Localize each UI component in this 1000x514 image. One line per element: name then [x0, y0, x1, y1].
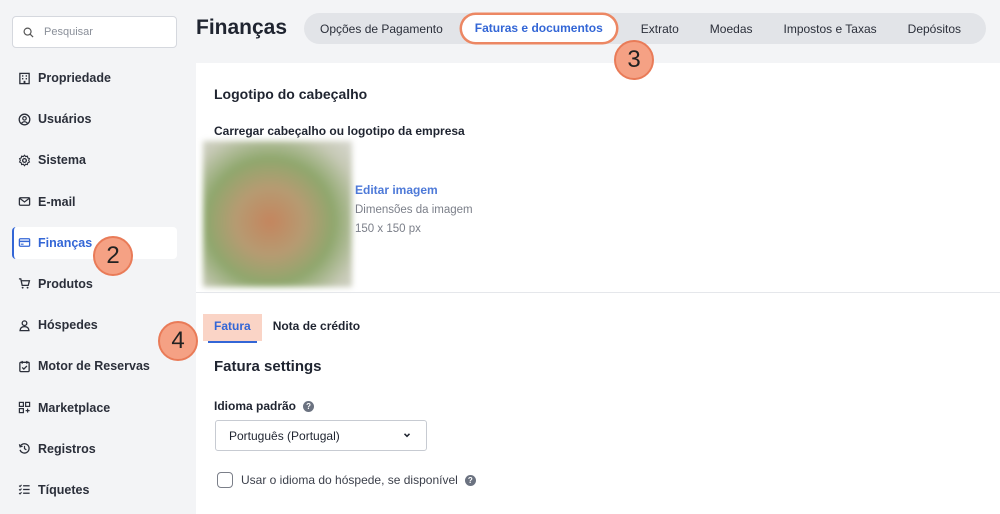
- section-title: Logotipo do cabeçalho: [214, 86, 368, 102]
- chevron-down-icon: [403, 433, 411, 438]
- sidebar-item-hospedes[interactable]: Hóspedes: [12, 309, 177, 341]
- tab-faturas-e-documentos[interactable]: Faturas e documentos: [461, 15, 616, 42]
- step-badge-2: 2: [93, 236, 133, 276]
- step-badge-3: 3: [614, 40, 654, 80]
- calendar-check-icon: [17, 359, 31, 373]
- mail-icon: [17, 195, 31, 209]
- sidebar-item-marketplace[interactable]: Marketplace: [12, 392, 177, 424]
- language-select[interactable]: Português (Portugal): [215, 420, 427, 451]
- sidebar-item-registros[interactable]: Registros: [12, 433, 177, 465]
- guest-language-option: Usar o idioma do hóspede, se disponível …: [217, 472, 476, 488]
- sidebar-item-motor-de-reservas[interactable]: Motor de Reservas: [12, 350, 177, 382]
- cart-icon: [17, 277, 31, 291]
- help-icon[interactable]: ?: [464, 474, 476, 486]
- history-icon: [17, 442, 31, 456]
- main-panel: Logotipo do cabeçalho Carregar cabeçalho…: [196, 63, 1000, 514]
- language-label: Idioma padrão ?: [214, 399, 315, 413]
- logo-image[interactable]: [203, 141, 352, 287]
- sidebar-item-label: Finanças: [38, 235, 93, 250]
- building-icon: [17, 71, 31, 85]
- sidebar-item-label: Usuários: [38, 112, 92, 127]
- tab-depositos[interactable]: Depósitos: [900, 22, 969, 36]
- user-circle-icon: [17, 112, 31, 126]
- sidebar-item-usuarios[interactable]: Usuários: [12, 103, 177, 135]
- sidebar-item-produtos[interactable]: Produtos: [12, 268, 177, 300]
- sidebar-nav: Propriedade Usuários Sistema E-mail Fina…: [12, 62, 177, 514]
- tab-impostos-e-taxas[interactable]: Impostos e Taxas: [776, 22, 885, 36]
- sidebar-item-label: Propriedade: [38, 71, 111, 85]
- search-input[interactable]: [44, 26, 164, 38]
- gear-icon: [17, 153, 31, 167]
- checklist-icon: [17, 483, 31, 497]
- language-label-text: Idioma padrão: [214, 399, 297, 413]
- document-tabs: Fatura Nota de crédito: [203, 314, 371, 343]
- tab-opcoes-de-pagamento[interactable]: Opções de Pagamento: [312, 22, 451, 36]
- language-select-value: Português (Portugal): [229, 428, 340, 443]
- search-box[interactable]: [12, 16, 177, 48]
- credit-card-icon: [17, 236, 31, 250]
- sidebar-item-label: Tíquetes: [38, 482, 90, 497]
- guest-language-checkbox-label: Usar o idioma do hóspede, se disponível: [241, 473, 458, 487]
- sidebar-item-propriedade[interactable]: Propriedade: [12, 62, 177, 94]
- tab-moedas[interactable]: Moedas: [702, 22, 761, 36]
- image-dimensions-label: Dimensões da imagem: [355, 204, 473, 216]
- sidebar-item-label: Motor de Reservas: [38, 359, 150, 374]
- sidebar-item-sistema[interactable]: Sistema: [12, 144, 177, 176]
- tab-fatura[interactable]: Fatura: [203, 314, 262, 343]
- person-icon: [17, 318, 31, 332]
- step-badge-4: 4: [158, 321, 198, 361]
- search-icon: [23, 27, 34, 38]
- edit-image-link[interactable]: Editar imagem: [355, 183, 438, 197]
- upload-label: Carregar cabeçalho ou logotipo da empres…: [214, 124, 465, 138]
- sidebar-item-label: E-mail: [38, 194, 76, 209]
- help-icon[interactable]: ?: [303, 400, 315, 412]
- grid-plus-icon: [17, 401, 31, 415]
- sidebar-item-label: Produtos: [38, 276, 93, 291]
- sidebar-item-email[interactable]: E-mail: [12, 186, 177, 218]
- finance-tabs: Opções de Pagamento Faturas e documentos…: [304, 13, 986, 44]
- sidebar-item-tiquetes[interactable]: Tíquetes: [12, 474, 177, 506]
- sidebar-item-label: Hóspedes: [38, 318, 98, 333]
- divider: [196, 292, 1000, 293]
- sidebar-item-label: Sistema: [38, 153, 86, 168]
- guest-language-checkbox[interactable]: [217, 472, 233, 488]
- tab-extrato[interactable]: Extrato: [633, 22, 687, 36]
- page-title: Finanças: [196, 16, 288, 39]
- sidebar-item-label: Marketplace: [38, 400, 111, 415]
- settings-title: Fatura settings: [214, 358, 322, 375]
- image-dimensions-value: 150 x 150 px: [355, 223, 421, 235]
- tab-nota-de-credito[interactable]: Nota de crédito: [262, 314, 371, 341]
- sidebar-item-label: Registros: [38, 441, 96, 456]
